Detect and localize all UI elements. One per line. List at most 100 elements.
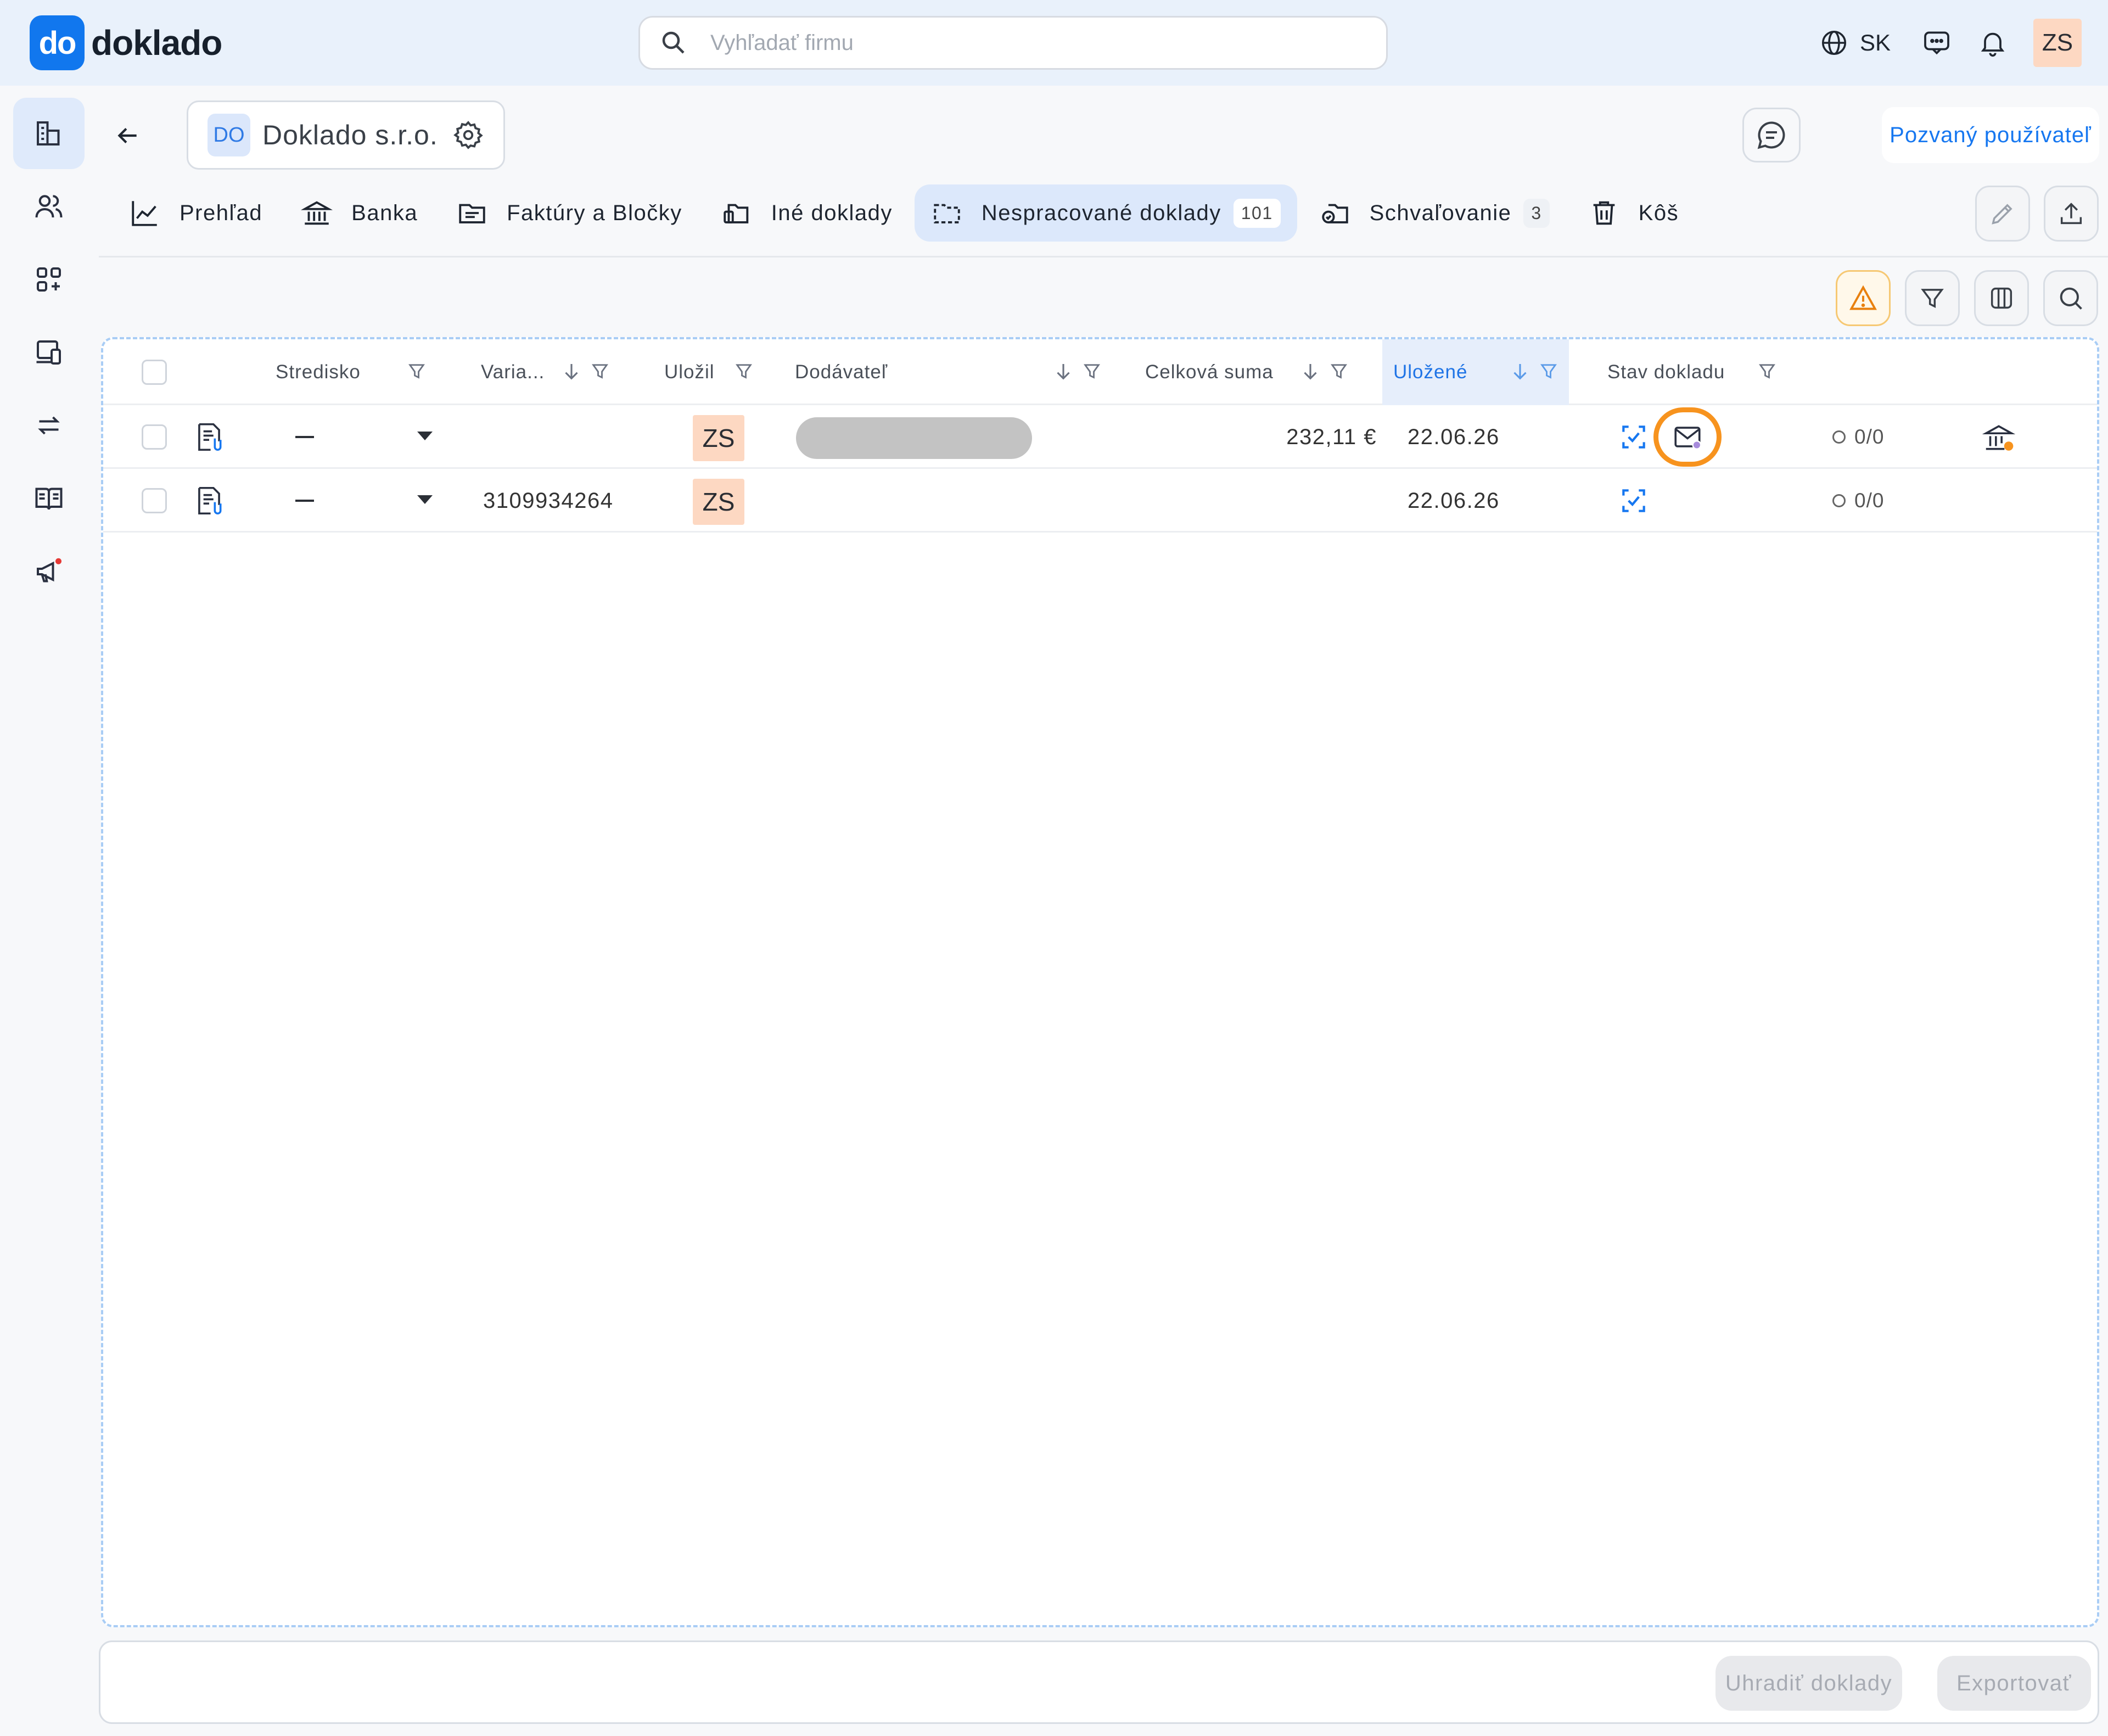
payment-status: 0/0	[1832, 405, 1884, 469]
export-button[interactable]: Exportovať	[1937, 1656, 2091, 1711]
rail-users[interactable]	[13, 171, 85, 242]
tab-kos[interactable]: Kôš	[1572, 184, 1695, 242]
upload-button[interactable]	[2044, 186, 2099, 242]
book-icon	[35, 488, 63, 510]
bank-icon[interactable]	[1982, 421, 2016, 455]
document-attachment-icon[interactable]	[192, 420, 226, 454]
users-icon	[35, 195, 63, 218]
arrow-down-icon[interactable]	[1509, 360, 1532, 383]
mail-status-highlight[interactable]	[1653, 407, 1722, 467]
mail-icon	[1674, 427, 1702, 450]
back-button[interactable]	[107, 115, 148, 156]
total-amount	[1272, 469, 1377, 533]
logo-word: doklado	[91, 23, 222, 63]
rail-knowledge[interactable]	[13, 463, 85, 534]
gear-icon[interactable]	[452, 119, 484, 151]
col-variabilny[interactable]: Varia...	[481, 339, 545, 405]
tab-ine-doklady[interactable]: Iné doklady	[704, 184, 909, 242]
col-dodavatel[interactable]: Dodávateľ	[795, 339, 888, 405]
tab-prehlad[interactable]: Prehľad	[113, 184, 279, 242]
row-checkbox[interactable]	[142, 424, 167, 450]
chevron-down-icon[interactable]	[417, 432, 433, 440]
arrow-down-icon[interactable]	[560, 360, 583, 383]
invited-user-button[interactable]: Pozvaný používateľ	[1882, 107, 2099, 163]
comments-button[interactable]	[1742, 108, 1801, 163]
bell-icon[interactable]	[1977, 27, 2008, 58]
grid-header: Stredisko Varia... Uložil Dodávateľ Celk…	[103, 339, 2097, 405]
document-attachment-icon[interactable]	[192, 484, 226, 518]
tab-schvalovanie[interactable]: Schvaľovanie 3	[1303, 184, 1566, 242]
scan-check-icon[interactable]	[1618, 485, 1649, 516]
company-name: Doklado s.r.o.	[262, 120, 438, 150]
tab-label: Prehľad	[180, 200, 263, 225]
filter-icon	[1921, 289, 1944, 308]
company-search[interactable]	[638, 16, 1388, 70]
company-badge: DO	[208, 114, 250, 156]
rail-announcements[interactable]	[13, 536, 85, 607]
tab-nespracovane[interactable]: Nespracované doklady 101	[914, 184, 1297, 242]
circle-icon	[1832, 494, 1846, 507]
rail-devices[interactable]	[13, 317, 85, 388]
app-logo[interactable]: do doklado	[30, 15, 222, 70]
col-stav-dokladu[interactable]: Stav dokladu	[1607, 339, 1725, 405]
columns-button[interactable]	[1974, 270, 2029, 326]
table-row[interactable]: ZS 232,11 € 22.06.26 0/0	[103, 405, 2097, 469]
saved-date: 22.06.26	[1408, 488, 1500, 513]
apps-icon	[37, 267, 61, 292]
col-ulozil[interactable]: Uložil	[664, 339, 715, 405]
tab-label: Nespracované doklady	[981, 200, 1221, 225]
documents-icon	[724, 204, 749, 223]
filter-icon[interactable]	[405, 360, 428, 383]
columns-icon	[1991, 287, 2012, 309]
arrow-left-icon	[117, 128, 137, 143]
tab-faktury[interactable]: Faktúry a Bločky	[440, 184, 699, 242]
circle-icon	[1832, 430, 1846, 444]
rail-apps[interactable]	[13, 244, 85, 315]
search-input[interactable]	[710, 30, 1314, 55]
table-row[interactable]: 3109934264 ZS 22.06.26 0/0	[103, 469, 2097, 533]
bank-icon	[301, 201, 333, 225]
arrow-down-icon[interactable]	[1299, 360, 1322, 383]
filter-icon[interactable]	[732, 360, 755, 383]
tab-banka[interactable]: Banka	[284, 184, 434, 242]
tab-label: Iné doklady	[771, 200, 893, 225]
language-switcher[interactable]: SK	[1819, 28, 1891, 58]
tab-label: Kôš	[1638, 200, 1679, 225]
rail-companies[interactable]	[13, 98, 85, 169]
filter-icon[interactable]	[1537, 360, 1560, 383]
filter-icon[interactable]	[1080, 360, 1103, 383]
search-icon	[2060, 287, 2082, 310]
arrow-down-icon[interactable]	[1052, 360, 1075, 383]
chat-icon[interactable]	[1921, 27, 1952, 58]
edit-button[interactable]	[1975, 186, 2030, 242]
search-grid-button[interactable]	[2043, 270, 2098, 326]
filter-icon[interactable]	[1756, 360, 1779, 383]
filter-icon[interactable]	[588, 360, 612, 383]
filter-icon[interactable]	[1327, 360, 1350, 383]
upload-icon	[2060, 203, 2082, 225]
building-icon	[37, 121, 60, 145]
tab-count-badge: 3	[1523, 198, 1550, 228]
pencil-icon	[1992, 204, 2012, 225]
row-checkbox[interactable]	[142, 488, 167, 513]
tab-count-badge: 101	[1233, 198, 1281, 228]
variabilny-value: 3109934264	[483, 488, 614, 513]
company-selector[interactable]: DO Doklado s.r.o.	[187, 100, 505, 170]
chevron-down-icon[interactable]	[417, 495, 433, 504]
user-avatar[interactable]: ZS	[2033, 19, 2082, 67]
warnings-button[interactable]	[1836, 270, 1891, 326]
tab-label: Faktúry a Bločky	[507, 200, 682, 225]
language-label: SK	[1859, 30, 1891, 55]
pay-documents-button[interactable]: Uhradiť doklady	[1715, 1656, 1902, 1711]
left-rail	[0, 86, 99, 1736]
filter-button[interactable]	[1905, 270, 1960, 326]
megaphone-icon	[37, 558, 61, 583]
col-stredisko[interactable]: Stredisko	[276, 339, 361, 405]
scan-check-icon[interactable]	[1618, 422, 1649, 452]
col-celkova-suma[interactable]: Celková suma	[1145, 339, 1274, 405]
comment-icon	[1757, 121, 1785, 149]
search-icon	[662, 31, 685, 54]
select-all-checkbox[interactable]	[142, 360, 167, 385]
action-footer: Uhradiť doklady Exportovať	[99, 1640, 2099, 1724]
rail-transfers[interactable]	[13, 390, 85, 461]
